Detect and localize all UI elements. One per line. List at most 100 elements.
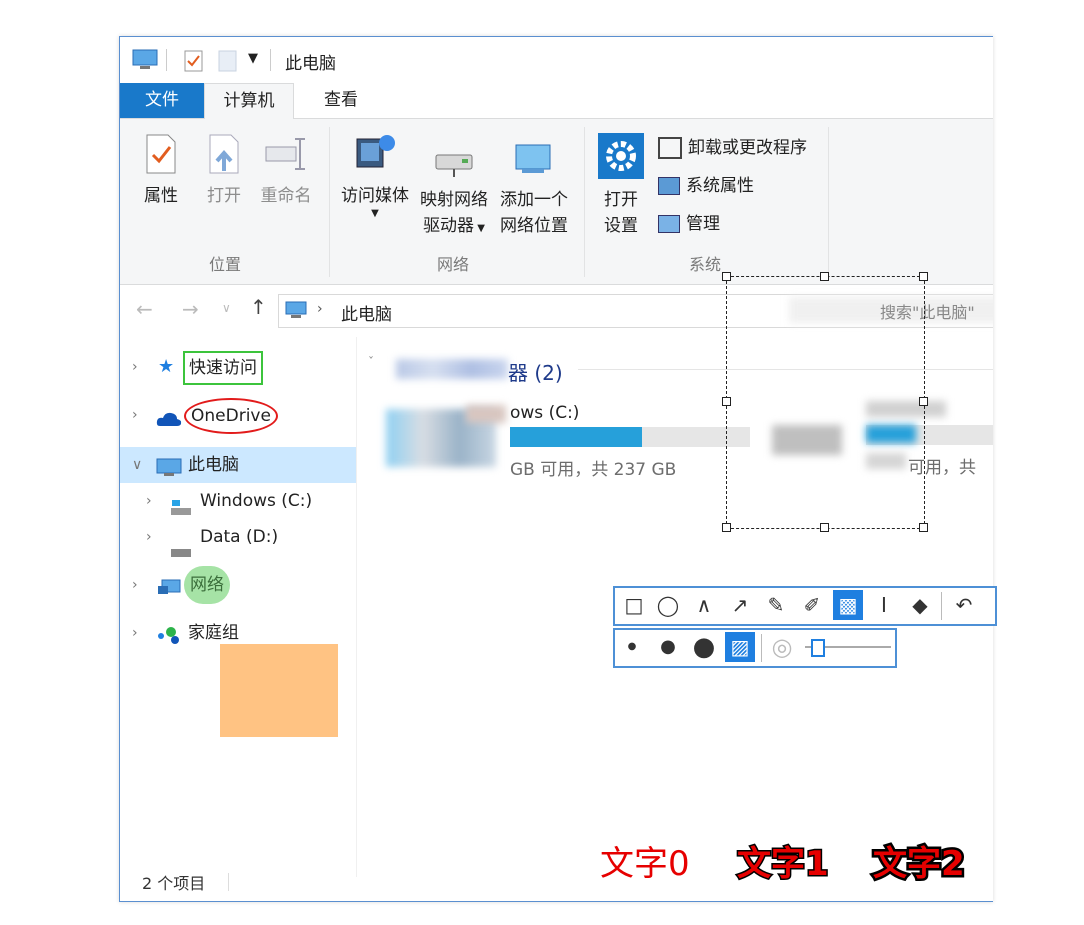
rename-icon <box>264 138 308 180</box>
chevron-right-icon[interactable]: › <box>146 519 152 555</box>
group-label-location: 位置 <box>208 255 241 274</box>
open-file-icon <box>207 134 241 180</box>
group-label-network: 网络 <box>436 255 469 274</box>
slider-thumb[interactable] <box>811 639 825 657</box>
chevron-down-icon[interactable]: ▼ <box>248 51 258 66</box>
drive-c-name: ows (C:) <box>510 403 580 423</box>
drive-c-usage-bar <box>510 427 750 447</box>
eraser-tool-icon[interactable]: ◆ <box>905 590 935 620</box>
tab-file[interactable]: 文件 <box>120 83 204 118</box>
text-annotation-2[interactable]: 文字2 <box>871 836 968 887</box>
map-drive-button[interactable]: 映射网络 驱动器 ▼ <box>416 145 492 242</box>
collapse-chevron-icon[interactable]: ˇ <box>368 355 374 369</box>
uninstall-label: 卸载或更改程序 <box>688 138 807 158</box>
open-label: 打开 <box>207 186 241 206</box>
chevron-right-icon[interactable]: › <box>132 397 138 433</box>
selection-handle-w[interactable] <box>722 397 731 406</box>
system-properties-button[interactable]: 系统属性 <box>658 171 754 201</box>
system-properties-label: 系统属性 <box>686 176 754 196</box>
nav-item-quick-access[interactable]: › ★ 快速访问 <box>120 349 356 385</box>
pencil-tool-icon[interactable]: ✎ <box>761 590 791 620</box>
access-media-button[interactable]: 访问媒体 ▼ <box>336 131 414 219</box>
properties-icon <box>144 134 178 180</box>
annotation-toolbar: □ ◯ ∧ ↗ ✎ ✐ ▩ I ◆ ↶ <box>613 586 997 626</box>
text-annotation-1[interactable]: 文字1 <box>736 836 831 886</box>
selection-handle-sw[interactable] <box>722 523 731 532</box>
network-drive-icon <box>430 154 478 184</box>
cloud-icon <box>156 405 182 441</box>
properties-quick-icon[interactable] <box>184 50 204 76</box>
properties-label: 属性 <box>144 186 178 206</box>
highlighter-tool-icon[interactable]: ✐ <box>797 590 827 620</box>
properties-button[interactable]: 属性 <box>136 133 186 209</box>
recent-chevron-icon[interactable]: ∨ <box>222 301 231 315</box>
size-medium-icon[interactable]: ● <box>653 632 683 662</box>
nav-item-windows-c[interactable]: › Windows (C:) <box>120 483 356 519</box>
access-media-label: 访问媒体 <box>341 186 409 206</box>
drive-c-tile[interactable]: ows (C:) GB 可用，共 237 GB <box>386 397 756 507</box>
uninstall-icon <box>658 137 682 159</box>
undo-icon[interactable]: ↶ <box>949 590 979 620</box>
this-pc-label: 此电脑 <box>188 455 239 475</box>
settings-gear-icon <box>598 133 644 184</box>
drive-icon <box>170 535 192 571</box>
pixelated-region <box>396 359 508 379</box>
mosaic-tool-icon[interactable]: ▩ <box>833 590 863 620</box>
open-settings-button[interactable]: 打开 设置 <box>594 133 648 239</box>
network-label: 网络 <box>184 566 230 604</box>
text-annotation-0[interactable]: 文字0 <box>600 836 690 885</box>
arrow-tool-icon[interactable]: ↗ <box>725 590 755 620</box>
rename-button[interactable]: 重命名 <box>256 133 316 209</box>
computer-icon <box>132 49 158 75</box>
tab-view[interactable]: 查看 <box>300 83 382 118</box>
mosaic-pattern-icon[interactable]: ▨ <box>725 632 755 662</box>
system-properties-icon <box>658 177 680 195</box>
manage-icon <box>658 215 680 233</box>
network-icon <box>156 575 182 611</box>
breadcrumb-path[interactable]: 此电脑 <box>341 300 392 325</box>
uninstall-program-button[interactable]: 卸载或更改程序 <box>658 133 807 163</box>
rectangle-tool-icon[interactable]: □ <box>619 590 649 620</box>
selection-handle-se[interactable] <box>919 523 928 532</box>
selection-handle-nw[interactable] <box>722 272 731 281</box>
rename-label: 重命名 <box>260 186 312 206</box>
forward-arrow-icon[interactable]: → <box>182 297 199 321</box>
nav-item-network[interactable]: › 网络 <box>120 566 356 604</box>
open-settings-label-1: 打开 <box>604 190 638 210</box>
selection-handle-n[interactable] <box>820 272 829 281</box>
capture-selection-rect[interactable] <box>726 276 925 529</box>
title-bar: ▼ 此电脑 <box>120 37 993 83</box>
chevron-right-icon[interactable]: › <box>132 349 138 385</box>
text-tool-icon[interactable]: I <box>869 590 899 620</box>
chevron-down-icon[interactable]: ∨ <box>132 447 142 483</box>
selection-handle-e[interactable] <box>919 397 928 406</box>
size-small-icon[interactable]: ● <box>617 632 647 662</box>
open-settings-label-2: 设置 <box>604 216 638 236</box>
new-folder-quick-icon[interactable] <box>218 50 238 76</box>
nav-item-onedrive[interactable]: › OneDrive <box>120 397 356 434</box>
tab-computer[interactable]: 计算机 <box>204 83 294 119</box>
open-button[interactable]: 打开 <box>200 133 248 209</box>
ellipse-tool-icon[interactable]: ◯ <box>653 590 683 620</box>
nav-item-data-d[interactable]: › Data (D:) <box>120 519 356 557</box>
chevron-right-icon[interactable]: › <box>132 567 138 603</box>
ribbon-tabs: 文件 计算机 查看 <box>120 83 993 119</box>
homegroup-icon <box>156 623 182 659</box>
map-drive-label-2: 驱动器 <box>423 216 475 236</box>
polyline-tool-icon[interactable]: ∧ <box>689 590 719 620</box>
selection-handle-s[interactable] <box>820 523 829 532</box>
tool-options-bar: ● ● ● ▨ ◎ <box>613 628 897 668</box>
chevron-right-icon[interactable]: › <box>132 615 138 651</box>
blur-brush-icon[interactable]: ◎ <box>767 632 797 662</box>
up-arrow-icon[interactable]: ↑ <box>250 295 267 319</box>
size-large-icon[interactable]: ● <box>689 632 719 662</box>
selection-handle-ne[interactable] <box>919 272 928 281</box>
add-network-location-button[interactable]: 添加一个 网络位置 <box>494 139 574 239</box>
section-title: 器 (2) <box>508 361 563 385</box>
manage-button[interactable]: 管理 <box>658 209 720 239</box>
back-arrow-icon[interactable]: ← <box>136 297 153 321</box>
onedrive-label: OneDrive <box>184 398 278 434</box>
status-item-count: 2 个项目 <box>142 874 206 893</box>
nav-item-this-pc[interactable]: ∨ 此电脑 <box>120 447 356 483</box>
chevron-right-icon[interactable]: › <box>146 483 152 519</box>
